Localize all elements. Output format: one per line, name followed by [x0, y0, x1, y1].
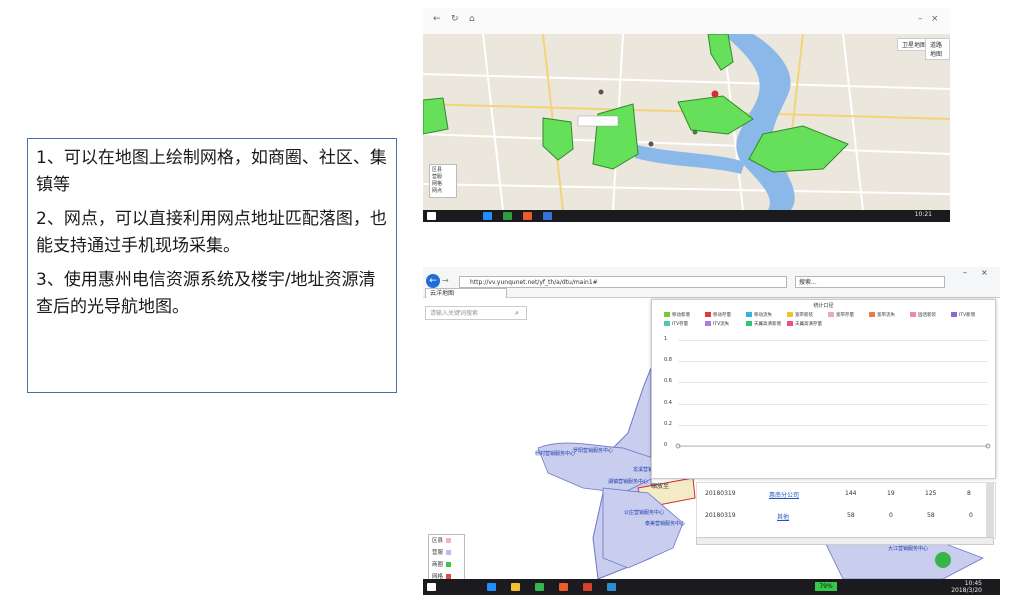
minimize-icon[interactable]: –: [963, 268, 967, 277]
legend-item[interactable]: 营服: [432, 174, 454, 181]
map-region-label: 公庄营销服务中心: [624, 510, 665, 516]
map-search-input[interactable]: 请输入关键词搜索: [425, 306, 527, 320]
cell-value: 0: [889, 512, 893, 519]
back-icon[interactable]: ←: [433, 14, 441, 24]
cell-value: 0: [969, 512, 973, 519]
clock-date: 2018/3/20: [951, 587, 982, 594]
app-icon[interactable]: [523, 212, 532, 220]
cell-value: 19: [887, 490, 895, 497]
cell-value: 8: [967, 490, 971, 497]
address-bar[interactable]: http://vv.yunqunet.net/yf_th/a/dtu/main1…: [459, 276, 787, 288]
app-icon[interactable]: [503, 212, 512, 220]
map-screenshot-bottom: ← → http://vv.yunqunet.net/yf_th/a/dtu/m…: [423, 267, 1000, 595]
map-app-content: 请输入关键词搜索 ⌕ 罗阳营销服务中心 公庄营销服务中心 泰美营销服务中心 湖镇…: [423, 298, 1000, 595]
home-icon[interactable]: ⌂: [469, 14, 475, 24]
minimize-icon[interactable]: –: [918, 14, 923, 24]
description-line-1: 1、可以在地图上绘制网格，如商圈、社区、集镇等: [36, 148, 387, 195]
legend-item[interactable]: 营服: [429, 547, 464, 559]
cell-value: 144: [845, 490, 857, 497]
clock-time: 10:21: [914, 211, 932, 218]
forward-icon[interactable]: →: [442, 276, 449, 285]
back-icon[interactable]: ←: [426, 274, 440, 288]
close-icon[interactable]: ×: [981, 268, 988, 277]
map-region-label: 罗阳营销服务中心: [573, 448, 614, 454]
start-icon[interactable]: [427, 583, 436, 591]
map-screenshot-top: ← ↻ ⌂ – × 卫星地图 道路地图 区县 营服 网格 网点 10:21: [423, 8, 950, 222]
description-line-3: 3、使用惠州电信资源系统及楼宇/地址资源清查后的光导航地图。: [36, 270, 376, 317]
app-icon[interactable]: [543, 212, 552, 220]
vertical-scrollbar[interactable]: [986, 482, 994, 537]
start-icon[interactable]: [427, 212, 436, 220]
taskbar-clock: 10:45 2018/3/20: [951, 580, 982, 594]
cell-value: 58: [927, 512, 935, 519]
legend-item[interactable]: 区县: [429, 535, 464, 547]
description-line-2: 2、网点，可以直接利用网点地址匹配落图，也能支持通过手机现场采集。: [36, 209, 387, 256]
map-region-label: 泰美营销服务中心: [645, 521, 686, 527]
cell-value: 58: [847, 512, 855, 519]
clock-time: 10:45: [964, 580, 982, 587]
map-region-label: 杨村营销服务中心: [535, 451, 576, 457]
city-map[interactable]: 卫星地图 道路地图 区县 营服 网格 网点: [423, 33, 950, 211]
cell-date: 20180319: [705, 512, 736, 519]
horizontal-scrollbar[interactable]: [696, 537, 994, 545]
search-icon[interactable]: ⌕: [515, 309, 519, 318]
tab-map[interactable]: 云洋地图: [425, 288, 507, 298]
zoom-to-label[interactable]: 缩放至: [651, 481, 669, 490]
data-table: 20180319 惠南分公司 144 19 125 8 20180319 其他 …: [696, 482, 996, 539]
road-map-button[interactable]: 道路地图: [925, 38, 950, 60]
browser-search-input[interactable]: 搜索...: [795, 276, 945, 288]
refresh-icon[interactable]: ↻: [451, 14, 459, 24]
table-row: 20180319 惠南分公司 144 19 125 8: [697, 483, 987, 505]
app-icon[interactable]: [559, 583, 568, 591]
cell-value: 125: [925, 490, 937, 497]
battery-indicator: 79%: [815, 582, 837, 591]
legend-item[interactable]: 网点: [432, 188, 454, 195]
ie-icon[interactable]: [483, 212, 492, 220]
app-icon[interactable]: [607, 583, 616, 591]
ie-toolbar: ← → http://vv.yunqunet.net/yf_th/a/dtu/m…: [423, 267, 1000, 298]
browser-toolbar: ← ↻ ⌂ – ×: [423, 8, 950, 35]
folder-icon[interactable]: [511, 583, 520, 591]
map-region-label: 大江营销服务中心: [888, 546, 929, 552]
cell-date: 20180319: [705, 490, 736, 497]
close-icon[interactable]: ×: [931, 14, 939, 24]
description-box: 1、可以在地图上绘制网格，如商圈、社区、集镇等 2、网点，可以直接利用网点地址匹…: [27, 138, 397, 393]
cell-name-link[interactable]: 惠南分公司: [769, 492, 799, 499]
table-row: 20180319 其他 58 0 58 0: [697, 505, 987, 527]
ie-icon[interactable]: [487, 583, 496, 591]
legend-item[interactable]: 网格: [432, 181, 454, 188]
windows-taskbar: 10:21: [423, 210, 950, 222]
windows-taskbar: 79% 10:45 2018/3/20: [423, 579, 1000, 595]
app-icon[interactable]: [583, 583, 592, 591]
cell-name-link[interactable]: 其他: [777, 514, 789, 521]
map-region-label: 湖镇营销服务中心: [608, 479, 649, 485]
taskbar-clock: 10:21: [915, 211, 932, 218]
app-icon[interactable]: [535, 583, 544, 591]
statistics-panel: 统计口径 移动新增 移动存量 移动流失 宽带新装 宽带存量 宽带流失 固话新装 ITV新增 IT…: [651, 299, 996, 479]
legend-item[interactable]: 区县: [432, 167, 454, 174]
map-legend: 区县 营服 网格 网点: [429, 164, 457, 198]
legend-item[interactable]: 商圈: [429, 559, 464, 571]
